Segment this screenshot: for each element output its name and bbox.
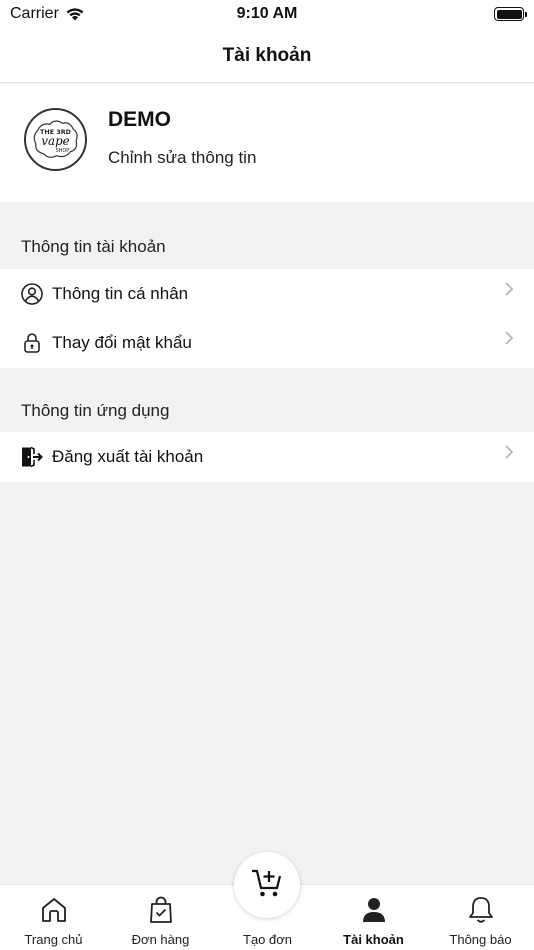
page-title: Tài khoản <box>222 45 312 66</box>
nav-bar: Tài khoản <box>0 30 534 83</box>
menu-item-label: Thông tin cá nhân <box>52 284 189 303</box>
svg-text:vape: vape <box>41 133 69 147</box>
status-bar: Carrier 9:10 AM <box>0 0 534 30</box>
tab-label: Đơn hàng <box>131 932 190 947</box>
user-circle-icon <box>20 282 44 306</box>
tab-home[interactable]: Trang chủ <box>0 885 107 950</box>
tab-label: Tài khoản <box>343 932 404 947</box>
tab-label: Thông báo <box>449 932 512 947</box>
section-title-account: Thông tin tài khoản <box>21 237 166 256</box>
svg-text:SHOP: SHOP <box>56 147 70 153</box>
lock-icon <box>20 331 44 355</box>
menu-item-label: Thay đổi mật khẩu <box>52 333 192 352</box>
tab-orders[interactable]: Đơn hàng <box>107 885 214 950</box>
home-icon <box>38 894 70 926</box>
shopping-bag-icon <box>145 894 177 926</box>
section-title-app: Thông tin ứng dụng <box>21 401 170 420</box>
logout-icon <box>20 445 44 469</box>
cart-add-icon <box>250 867 284 904</box>
chevron-right-icon <box>505 331 514 345</box>
shop-logo: THE 3RD vape SHOP <box>33 119 78 158</box>
clock: 9:10 AM <box>236 5 298 22</box>
edit-profile-link[interactable]: Chỉnh sửa thông tin <box>108 148 256 168</box>
user-icon <box>358 894 390 926</box>
battery-icon <box>494 7 527 21</box>
create-order-button[interactable] <box>234 852 300 918</box>
tab-label: Tạo đơn <box>243 932 292 947</box>
menu-item-personal-info[interactable]: Thông tin cá nhân <box>0 269 534 319</box>
tab-label: Trang chủ <box>24 932 83 947</box>
menu-item-logout[interactable]: Đăng xuất tài khoản <box>0 432 534 482</box>
avatar: THE 3RD vape SHOP <box>24 108 87 171</box>
menu-item-change-password[interactable]: Thay đổi mật khẩu <box>0 318 534 368</box>
tab-notifications[interactable]: Thông báo <box>427 885 534 950</box>
chevron-right-icon <box>505 445 514 459</box>
profile-name: DEMO <box>108 108 171 131</box>
profile-header[interactable]: THE 3RD vape SHOP DEMO Chỉnh sửa thông t… <box>0 84 534 202</box>
tab-account[interactable]: Tài khoản <box>320 885 427 950</box>
bell-icon <box>465 894 497 926</box>
chevron-right-icon <box>505 282 514 296</box>
menu-item-label: Đăng xuất tài khoản <box>52 447 204 466</box>
